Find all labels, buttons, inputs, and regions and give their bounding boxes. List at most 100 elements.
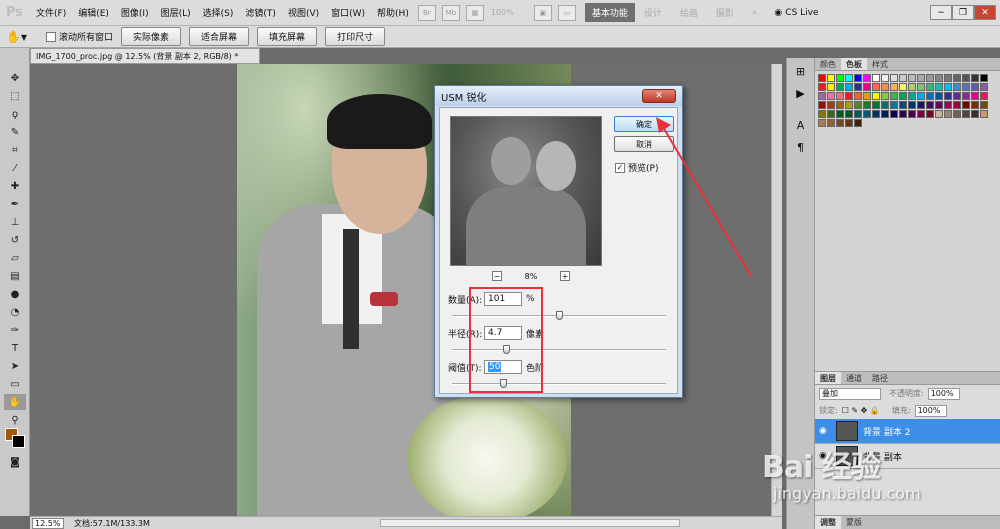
menu-file[interactable]: 文件(F) xyxy=(30,6,72,19)
hand-tool-preset-icon[interactable]: ✋▾ xyxy=(6,30,36,44)
color-swatch[interactable] xyxy=(908,74,916,82)
shape-tool-icon[interactable]: ▭ xyxy=(4,376,26,392)
color-swatch[interactable] xyxy=(854,119,862,127)
zoom-tool-icon[interactable]: ⚲ xyxy=(4,412,26,428)
status-zoom-field[interactable]: 12.5% xyxy=(32,517,64,529)
color-swatch[interactable] xyxy=(935,101,943,109)
dialog-close-button[interactable]: ✕ xyxy=(642,89,676,103)
workspace-more-chevron[interactable]: » xyxy=(743,8,767,18)
color-swatch[interactable] xyxy=(917,110,925,118)
color-swatch[interactable] xyxy=(953,83,961,91)
color-swatch[interactable] xyxy=(863,92,871,100)
ok-button[interactable]: 确定 xyxy=(614,116,674,132)
opacity-field[interactable]: 100% xyxy=(927,387,960,400)
view-extras-icon[interactable]: ▦ xyxy=(465,4,484,21)
preview-option[interactable]: ✓ 预览(P) xyxy=(615,161,658,174)
color-swatch[interactable] xyxy=(935,74,943,82)
marquee-tool-icon[interactable]: ⬚ xyxy=(4,88,26,104)
color-swatch[interactable] xyxy=(926,74,934,82)
color-swatch[interactable] xyxy=(935,83,943,91)
actual-pixels-button[interactable]: 实际像素 xyxy=(121,27,182,46)
amount-slider-thumb[interactable] xyxy=(556,311,563,320)
color-swatch[interactable] xyxy=(917,83,925,91)
color-swatch[interactable] xyxy=(863,101,871,109)
tab-layers[interactable]: 图层 xyxy=(815,372,841,384)
color-swatch[interactable] xyxy=(872,74,880,82)
color-swatch[interactable] xyxy=(863,83,871,91)
color-swatch[interactable] xyxy=(899,74,907,82)
color-swatch[interactable] xyxy=(980,110,988,118)
horizontal-scrollbar[interactable] xyxy=(380,519,680,527)
fill-field[interactable]: 100% xyxy=(914,404,947,417)
color-swatch[interactable] xyxy=(890,74,898,82)
color-swatch[interactable] xyxy=(980,92,988,100)
clone-stamp-tool-icon[interactable]: ⊥ xyxy=(4,214,26,230)
color-swatch[interactable] xyxy=(881,83,889,91)
color-swatch[interactable] xyxy=(944,101,952,109)
color-swatch[interactable] xyxy=(845,74,853,82)
color-swatch[interactable] xyxy=(917,74,925,82)
zoom-out-button[interactable]: − xyxy=(492,271,502,281)
document-size-info[interactable]: 文档:57.1M/133.3M xyxy=(64,518,204,529)
color-swatch[interactable] xyxy=(899,83,907,91)
color-swatch[interactable] xyxy=(827,101,835,109)
menu-view[interactable]: 视图(V) xyxy=(282,6,325,19)
preview-checkbox[interactable]: ✓ xyxy=(615,162,625,173)
color-swatch[interactable] xyxy=(854,101,862,109)
document-tab[interactable]: IMG_1700_proc.jpg @ 12.5% (背景 副本 2, RGB/… xyxy=(30,48,260,64)
lock-icons[interactable]: ☐ ✎ ✥ 🔒 xyxy=(842,406,880,415)
tab-adjustments[interactable]: 调整 xyxy=(815,516,841,529)
color-swatch[interactable] xyxy=(890,92,898,100)
arrange-documents-icon[interactable]: ▣ xyxy=(533,4,552,21)
eraser-tool-icon[interactable]: ▱ xyxy=(4,250,26,266)
color-swatch[interactable] xyxy=(818,92,826,100)
color-swatch[interactable] xyxy=(863,74,871,82)
history-panel-icon[interactable]: ⊞ xyxy=(791,62,811,80)
minimize-icon[interactable]: − xyxy=(930,5,952,20)
color-swatch[interactable] xyxy=(890,101,898,109)
color-swatch[interactable] xyxy=(845,101,853,109)
menu-select[interactable]: 选择(S) xyxy=(197,6,240,19)
color-swatch[interactable] xyxy=(854,92,862,100)
fit-screen-button[interactable]: 适合屏幕 xyxy=(189,27,250,46)
color-swatch[interactable] xyxy=(944,110,952,118)
color-swatch[interactable] xyxy=(971,110,979,118)
color-swatch[interactable] xyxy=(836,110,844,118)
brush-tool-icon[interactable]: ✒ xyxy=(4,196,26,212)
color-swatch[interactable] xyxy=(818,110,826,118)
close-window-icon[interactable]: ✕ xyxy=(974,5,996,20)
color-swatch[interactable] xyxy=(854,110,862,118)
healing-brush-tool-icon[interactable]: ✚ xyxy=(4,178,26,194)
color-swatch[interactable] xyxy=(944,74,952,82)
color-swatch[interactable] xyxy=(899,101,907,109)
color-swatch[interactable] xyxy=(899,110,907,118)
menu-edit[interactable]: 编辑(E) xyxy=(72,6,115,19)
tab-styles[interactable]: 样式 xyxy=(867,58,893,70)
tab-masks[interactable]: 蒙版 xyxy=(841,516,867,529)
move-tool-icon[interactable]: ✥ xyxy=(4,70,26,86)
color-swatch[interactable] xyxy=(917,92,925,100)
pen-tool-icon[interactable]: ✑ xyxy=(4,322,26,338)
color-swatch[interactable] xyxy=(908,92,916,100)
fill-screen-button[interactable]: 填充屏幕 xyxy=(257,27,318,46)
type-tool-icon[interactable]: T xyxy=(4,340,26,356)
color-swatch[interactable] xyxy=(881,74,889,82)
quick-selection-tool-icon[interactable]: ✎ xyxy=(4,124,26,140)
color-swatch[interactable] xyxy=(836,83,844,91)
crop-tool-icon[interactable]: ⌗ xyxy=(4,142,26,158)
color-swatch[interactable] xyxy=(926,83,934,91)
color-swatch[interactable] xyxy=(854,74,862,82)
menu-layer[interactable]: 图层(L) xyxy=(155,6,197,19)
zoom-level-dropdown[interactable]: 100% xyxy=(491,5,531,21)
layer-item[interactable]: ◉ 背景 副本 2 xyxy=(815,419,1000,444)
workspace-photography[interactable]: 摄影 xyxy=(707,6,743,19)
hand-tool-icon[interactable]: ✋ xyxy=(4,394,26,410)
color-swatch[interactable] xyxy=(962,110,970,118)
actions-panel-icon[interactable]: ▶ xyxy=(791,84,811,102)
color-swatch[interactable] xyxy=(872,83,880,91)
color-swatch[interactable] xyxy=(971,92,979,100)
color-swatch[interactable] xyxy=(827,74,835,82)
color-swatch[interactable] xyxy=(926,101,934,109)
workspace-design[interactable]: 设计 xyxy=(635,6,671,19)
color-swatch[interactable] xyxy=(944,83,952,91)
